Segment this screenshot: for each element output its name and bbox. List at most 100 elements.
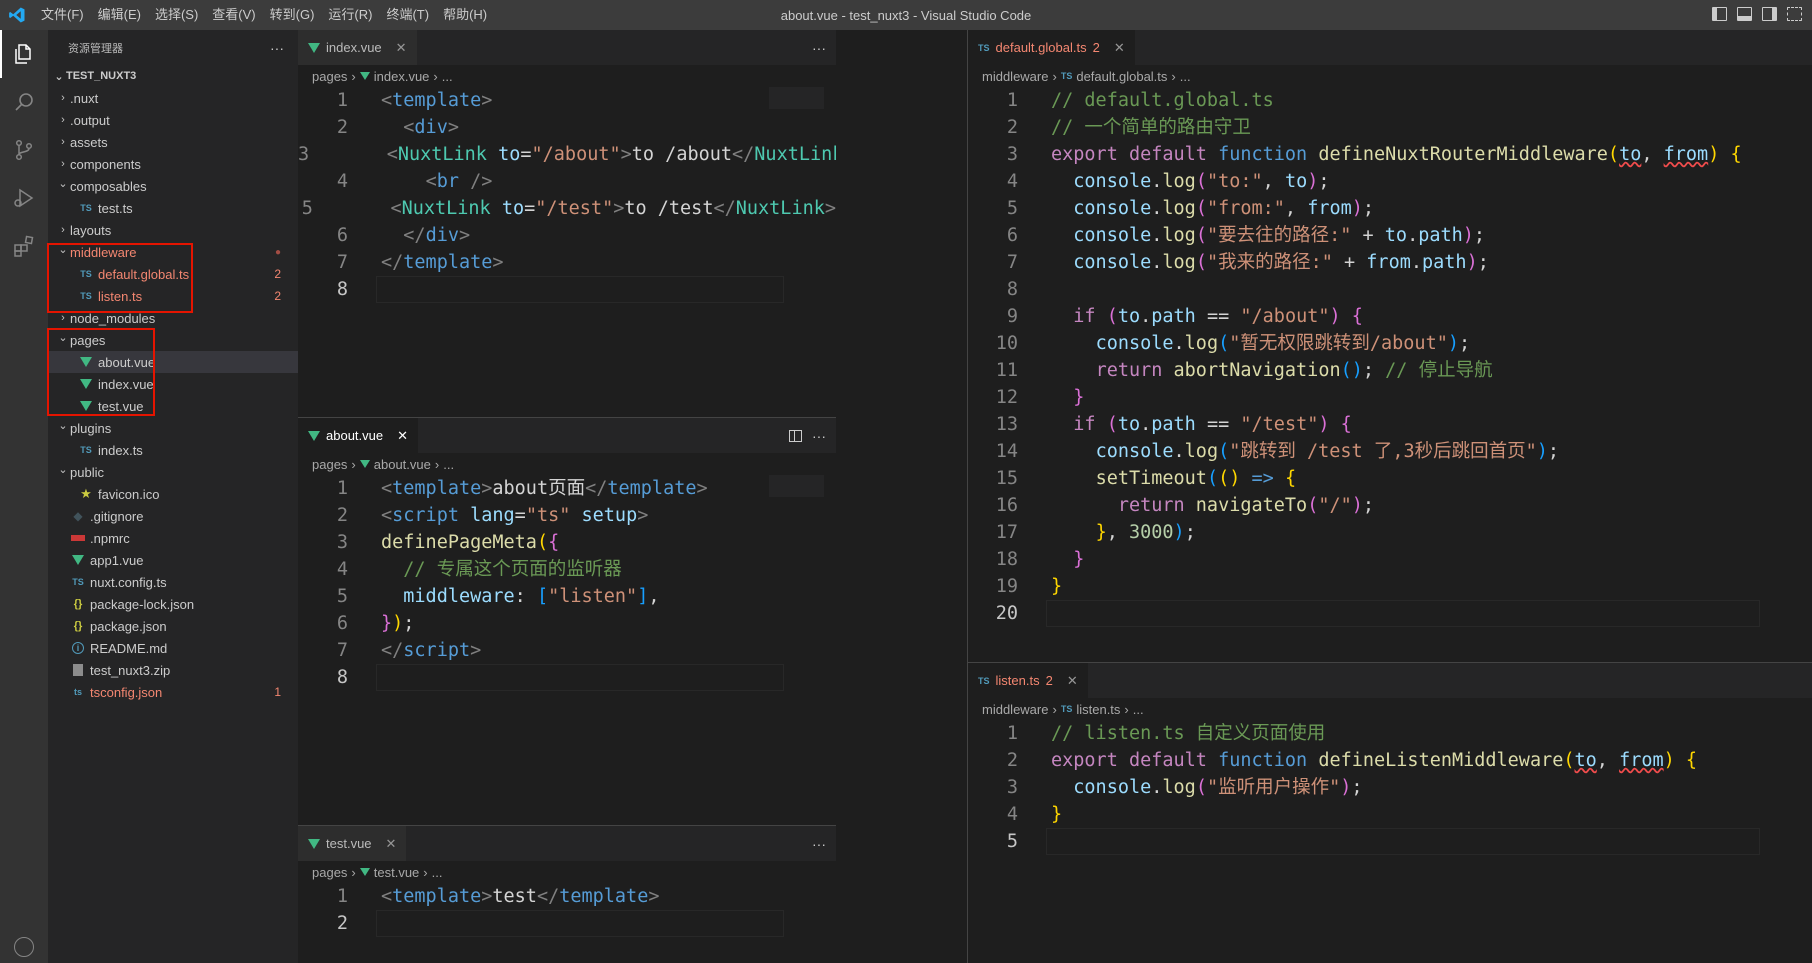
line-number: 11 bbox=[995, 360, 1018, 381]
breadcrumb-file[interactable]: test.vue bbox=[374, 865, 420, 880]
tree-file[interactable]: about.vue bbox=[48, 351, 298, 373]
tab-test-vue[interactable]: test.vue ✕ bbox=[298, 826, 407, 861]
tree-file[interactable]: .npmrc bbox=[48, 527, 298, 549]
line-number: 2 bbox=[336, 505, 348, 526]
menu-item[interactable]: 选择(S) bbox=[148, 0, 205, 30]
tree-folder[interactable]: › layouts bbox=[48, 219, 298, 241]
menu-item[interactable]: 文件(F) bbox=[34, 0, 91, 30]
tree-file[interactable]: i README.md bbox=[48, 637, 298, 659]
current-line-highlight bbox=[376, 664, 784, 691]
breadcrumb-symbol[interactable]: ... bbox=[1133, 702, 1144, 717]
line-number: 8 bbox=[336, 667, 348, 688]
menu-item[interactable]: 转到(G) bbox=[263, 0, 322, 30]
accounts-icon[interactable] bbox=[14, 937, 34, 957]
menu-item[interactable]: 运行(R) bbox=[321, 0, 379, 30]
tree-folder[interactable]: › .output bbox=[48, 109, 298, 131]
menu-item[interactable]: 帮助(H) bbox=[436, 0, 494, 30]
breadcrumb-symbol[interactable]: ... bbox=[443, 457, 454, 472]
code-line: 3 definePageMeta({ bbox=[298, 529, 836, 556]
tree-file[interactable]: TS test.ts bbox=[48, 197, 298, 219]
tab-index-vue[interactable]: index.vue ✕ bbox=[298, 30, 417, 65]
menu-item[interactable]: 编辑(E) bbox=[91, 0, 148, 30]
customize-layout-icon[interactable] bbox=[1787, 7, 1802, 21]
breadcrumb-folder[interactable]: pages bbox=[312, 865, 347, 880]
breadcrumb-symbol[interactable]: ... bbox=[432, 865, 443, 880]
close-icon[interactable]: ✕ bbox=[386, 836, 397, 852]
breadcrumb-folder[interactable]: middleware bbox=[982, 702, 1048, 717]
tree-item-label: .npmrc bbox=[90, 530, 130, 546]
line-number: 3 bbox=[1006, 777, 1018, 798]
tree-file[interactable]: index.vue bbox=[48, 373, 298, 395]
split-editor-icon[interactable] bbox=[789, 429, 802, 442]
extensions-activity[interactable] bbox=[0, 222, 48, 270]
breadcrumb-file[interactable]: about.vue bbox=[374, 457, 431, 472]
more-actions-icon[interactable]: ··· bbox=[270, 40, 284, 56]
tree-folder[interactable]: ⌄ middleware ● bbox=[48, 241, 298, 263]
menu-item[interactable]: 查看(V) bbox=[205, 0, 262, 30]
tree-folder[interactable]: › node_modules bbox=[48, 307, 298, 329]
tree-file[interactable]: {} package-lock.json bbox=[48, 593, 298, 615]
breadcrumb-folder[interactable]: pages bbox=[312, 69, 347, 84]
run-debug-activity[interactable] bbox=[0, 174, 48, 222]
code-area[interactable]: 1 // default.global.ts 2 // 一个简单的路由守卫 3 expor… bbox=[968, 87, 1812, 627]
toggle-primary-sidebar-icon[interactable] bbox=[1712, 7, 1727, 21]
tree-folder[interactable]: › assets bbox=[48, 131, 298, 153]
close-icon[interactable]: ✕ bbox=[1067, 673, 1078, 689]
code-area[interactable]: 1 // listen.ts 自定义页面使用 2 export default fun… bbox=[968, 720, 1812, 855]
tab-default-global-ts[interactable]: TS default.global.ts 2 ✕ bbox=[968, 30, 1135, 65]
tree-file[interactable]: ★ favicon.ico bbox=[48, 483, 298, 505]
tab-label: about.vue bbox=[326, 428, 384, 443]
source-control-activity[interactable] bbox=[0, 126, 48, 174]
search-activity[interactable] bbox=[0, 78, 48, 126]
explorer-activity[interactable] bbox=[0, 30, 48, 78]
tsconfig-icon: ts bbox=[73, 687, 82, 697]
tree-file[interactable]: ◆ .gitignore bbox=[48, 505, 298, 527]
more-actions-icon[interactable]: ··· bbox=[812, 40, 826, 56]
menu-item[interactable]: 终端(T) bbox=[379, 0, 436, 30]
breadcrumb-file[interactable]: listen.ts bbox=[1076, 702, 1120, 717]
code-text: export default function defineNuxtRouter… bbox=[1051, 144, 1742, 165]
tree-file[interactable]: test_nuxt3.zip bbox=[48, 659, 298, 681]
tree-folder[interactable]: › components bbox=[48, 153, 298, 175]
toggle-panel-icon[interactable] bbox=[1737, 7, 1752, 21]
code-area[interactable]: 1 <template>about页面</template> 2 <script la… bbox=[298, 475, 836, 691]
workspace-folder-header[interactable]: ⌄ TEST_NUXT3 bbox=[48, 65, 298, 87]
tree-file[interactable]: TS nuxt.config.ts bbox=[48, 571, 298, 593]
breadcrumb-file[interactable]: default.global.ts bbox=[1076, 69, 1167, 84]
activity-bar bbox=[0, 30, 48, 963]
tree-file[interactable]: TS listen.ts 2 bbox=[48, 285, 298, 307]
breadcrumb-symbol[interactable]: ... bbox=[1180, 69, 1191, 84]
tab-listen-ts[interactable]: TS listen.ts 2 ✕ bbox=[968, 663, 1088, 698]
problem-count-badge: 2 bbox=[274, 267, 281, 281]
code-text: console.log("to:", to); bbox=[1073, 171, 1330, 192]
more-actions-icon[interactable]: ··· bbox=[812, 836, 826, 852]
tree-folder[interactable]: ⌄ composables bbox=[48, 175, 298, 197]
tree-file[interactable]: TS index.ts bbox=[48, 439, 298, 461]
code-area[interactable]: 1 <template> 2 <div> 3 <NuxtLink to="/about… bbox=[298, 87, 836, 303]
toggle-secondary-sidebar-icon[interactable] bbox=[1762, 7, 1777, 21]
code-area[interactable]: 1 <template>test</template> 2 bbox=[298, 883, 836, 937]
vue-icon bbox=[78, 401, 94, 411]
tree-file[interactable]: {} package.json bbox=[48, 615, 298, 637]
close-icon[interactable]: ✕ bbox=[396, 40, 407, 56]
tab-about-vue[interactable]: about.vue ✕ bbox=[298, 418, 419, 453]
tree-file[interactable]: ts tsconfig.json 1 bbox=[48, 681, 298, 703]
close-icon[interactable]: ✕ bbox=[397, 428, 408, 444]
tree-folder[interactable]: › .nuxt bbox=[48, 87, 298, 109]
breadcrumb-file[interactable]: index.vue bbox=[374, 69, 430, 84]
breadcrumb-symbol[interactable]: ... bbox=[442, 69, 453, 84]
tree-file[interactable]: app1.vue bbox=[48, 549, 298, 571]
tree-file[interactable]: TS default.global.ts 2 bbox=[48, 263, 298, 285]
tree-folder[interactable]: ⌄ plugins bbox=[48, 417, 298, 439]
close-icon[interactable]: ✕ bbox=[1114, 40, 1125, 56]
tree-file[interactable]: test.vue bbox=[48, 395, 298, 417]
tab-label: default.global.ts bbox=[995, 40, 1087, 55]
tab-label: listen.ts bbox=[995, 673, 1040, 688]
breadcrumb-folder[interactable]: pages bbox=[312, 457, 347, 472]
tree-folder[interactable]: ⌄ pages bbox=[48, 329, 298, 351]
more-actions-icon[interactable]: ··· bbox=[812, 428, 826, 444]
breadcrumb-folder[interactable]: middleware bbox=[982, 69, 1048, 84]
tree-folder[interactable]: ⌄ public bbox=[48, 461, 298, 483]
minimap[interactable] bbox=[769, 475, 824, 497]
minimap[interactable] bbox=[769, 87, 824, 109]
